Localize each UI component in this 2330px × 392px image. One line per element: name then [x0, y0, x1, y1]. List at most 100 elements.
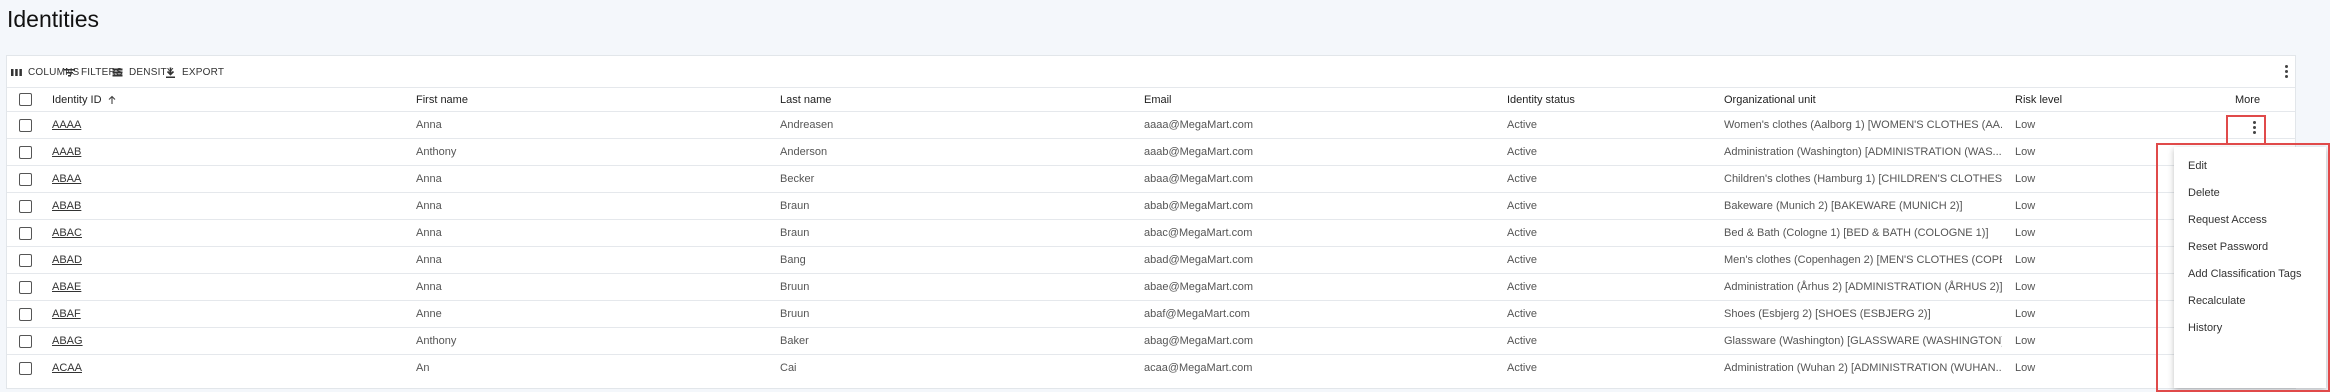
table-row[interactable]: ABAG Anthony Baker abag@MegaMart.com Active G… [7, 327, 2295, 354]
organizational-unit-cell: Shoes (Esbjerg 2) [SHOES (ESBJERG 2)] [1724, 308, 1931, 320]
header-first-name[interactable]: First name [416, 88, 646, 111]
last-name-cell: Bruun [780, 308, 810, 320]
risk-level-cell: Low [2015, 335, 2036, 347]
last-name-cell: Becker [780, 173, 815, 185]
organizational-unit-cell: Administration (Washington) [ADMINISTRAT… [1724, 146, 2002, 158]
identities-grid-panel: COLUMNS FILTERS DENSITY EXPORT Identity [6, 55, 2296, 389]
risk-level-cell: Low [2015, 362, 2036, 374]
identity-id-cell: ABAB [52, 193, 282, 219]
risk-level-cell: Low [2015, 281, 2036, 293]
identity-id-link[interactable]: AAAA [52, 119, 81, 131]
table-row[interactable]: ACAA An Cai acaa@MegaMart.com Active Administ… [7, 354, 2295, 381]
identity-status-cell: Active [1507, 146, 1537, 158]
first-name-cell: Anne [416, 308, 442, 320]
last-name-cell: Baker [780, 335, 809, 347]
last-name-cell: Cai [780, 362, 797, 374]
email-cell: abag@MegaMart.com [1144, 335, 1253, 347]
header-identity-id-label: Identity ID [52, 93, 102, 106]
first-name-cell: An [416, 362, 430, 374]
identity-status-cell: Active [1507, 335, 1537, 347]
header-organizational-unit[interactable]: Organizational unit [1724, 88, 2002, 111]
identity-id-link[interactable]: ABAG [52, 335, 83, 347]
table-row[interactable]: ABAF Anne Bruun abaf@MegaMart.com Active Shoe… [7, 300, 2295, 327]
row-checkbox[interactable] [19, 145, 32, 159]
row-checkbox[interactable] [19, 334, 32, 348]
identity-id-link[interactable]: AAAB [52, 146, 81, 158]
identity-id-cell: ABAG [52, 328, 282, 354]
row-select-cell [19, 301, 39, 327]
identities-table: Identity ID First name Last name Email I… [7, 87, 2295, 381]
identity-id-link[interactable]: ABAF [52, 308, 81, 320]
row-checkbox[interactable] [19, 280, 32, 294]
header-identity-id[interactable]: Identity ID [52, 88, 282, 111]
row-select-cell [19, 220, 39, 246]
row-checkbox[interactable] [19, 118, 32, 132]
identity-id-cell: AAAA [52, 112, 282, 138]
table-row[interactable]: ABAB Anna Braun abab@MegaMart.com Active Bake… [7, 192, 2295, 219]
risk-level-cell: Low [2015, 200, 2036, 212]
identity-status-cell: Active [1507, 119, 1537, 131]
first-name-cell: Anna [416, 173, 442, 185]
export-label: EXPORT [182, 66, 225, 78]
identity-id-link[interactable]: ABAD [52, 254, 82, 266]
email-cell: aaaa@MegaMart.com [1144, 119, 1253, 131]
table-row[interactable]: AAAB Anthony Anderson aaab@MegaMart.com Acti… [7, 138, 2295, 165]
organizational-unit-cell: Women's clothes (Aalborg 1) [WOMEN'S CLO… [1724, 119, 2002, 131]
identity-id-link[interactable]: ABAB [52, 200, 81, 212]
row-checkbox[interactable] [19, 307, 32, 321]
header-risk-level[interactable]: Risk level [2015, 88, 2135, 111]
risk-level-cell: Low [2015, 308, 2036, 320]
row-checkbox[interactable] [19, 172, 32, 186]
email-cell: acaa@MegaMart.com [1144, 362, 1253, 374]
header-email[interactable]: Email [1144, 88, 1374, 111]
email-cell: abaf@MegaMart.com [1144, 308, 1250, 320]
row-checkbox[interactable] [19, 226, 32, 240]
identity-id-link[interactable]: ACAA [52, 362, 82, 374]
identity-status-cell: Active [1507, 227, 1537, 239]
identity-status-cell: Active [1507, 308, 1537, 320]
row-select-cell [19, 112, 39, 138]
row-select-cell [19, 193, 39, 219]
identity-id-cell: ABAF [52, 301, 282, 327]
organizational-unit-cell: Children's clothes (Hamburg 1) [CHILDREN… [1724, 173, 2002, 185]
row-checkbox[interactable] [19, 361, 32, 375]
risk-level-cell: Low [2015, 173, 2036, 185]
identity-id-link[interactable]: ABAC [52, 227, 82, 239]
first-name-cell: Anna [416, 200, 442, 212]
table-row[interactable]: ABAE Anna Bruun abae@MegaMart.com Active Admi… [7, 273, 2295, 300]
header-last-name[interactable]: Last name [780, 88, 1010, 111]
row-select-cell [19, 166, 39, 192]
row-checkbox[interactable] [19, 199, 32, 213]
last-name-cell: Andreasen [780, 119, 834, 131]
table-row[interactable]: AAAA Anna Andreasen aaaa@MegaMart.com Active… [7, 111, 2295, 138]
identity-id-cell: ABAE [52, 274, 282, 300]
export-button[interactable]: EXPORT [164, 64, 224, 80]
last-name-cell: Bang [780, 254, 806, 266]
last-name-cell: Braun [780, 200, 810, 212]
row-checkbox[interactable] [19, 253, 32, 267]
email-cell: abab@MegaMart.com [1144, 200, 1253, 212]
organizational-unit-cell: Bakeware (Munich 2) [BAKEWARE (MUNICH 2)… [1724, 200, 1963, 212]
table-row[interactable]: ABAD Anna Bang abad@MegaMart.com Active Men's… [7, 246, 2295, 273]
first-name-cell: Anna [416, 281, 442, 293]
risk-level-cell: Low [2015, 227, 2036, 239]
email-cell: abac@MegaMart.com [1144, 227, 1253, 239]
identity-id-link[interactable]: ABAE [52, 281, 81, 293]
email-cell: abaa@MegaMart.com [1144, 173, 1253, 185]
row-select-cell [19, 355, 39, 381]
risk-level-cell: Low [2015, 254, 2036, 266]
select-all-checkbox[interactable] [19, 93, 32, 106]
identity-status-cell: Active [1507, 173, 1537, 185]
identity-id-cell: ABAC [52, 220, 282, 246]
header-identity-status[interactable]: Identity status [1507, 88, 1687, 111]
menu-highlight-box [2156, 143, 2330, 392]
identity-id-link[interactable]: ABAA [52, 173, 81, 185]
organizational-unit-cell: Glassware (Washington) [GLASSWARE (WASHI… [1724, 335, 2002, 347]
table-row[interactable]: ABAC Anna Braun abac@MegaMart.com Active Bed … [7, 219, 2295, 246]
page-title: Identities [7, 6, 100, 32]
select-all-cell [19, 88, 39, 111]
toolbar-more-icon[interactable] [2284, 65, 2288, 78]
table-row[interactable]: ABAA Anna Becker abaa@MegaMart.com Active Chi… [7, 165, 2295, 192]
identity-id-cell: ACAA [52, 355, 282, 381]
identity-id-cell: ABAD [52, 247, 282, 273]
